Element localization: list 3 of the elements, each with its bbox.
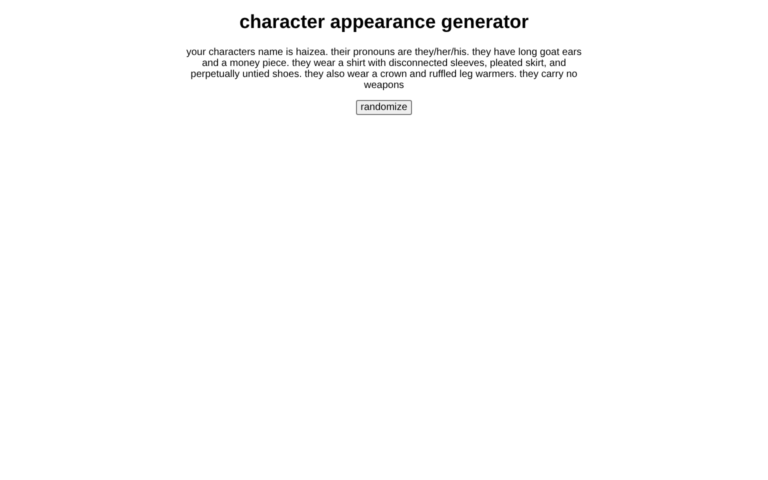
randomize-button[interactable]: randomize [356, 100, 412, 115]
character-description: your characters name is haizea. their pronouns are they/her/his. they have long goat ears and a money piece. they wear a shirt with disconnected sleeves, pleated skirt, and perpetually untied shoes. they also wear a crown and ruffled leg warmers. they carry no weapons [185, 47, 583, 91]
page-title: character appearance generator [239, 12, 529, 34]
